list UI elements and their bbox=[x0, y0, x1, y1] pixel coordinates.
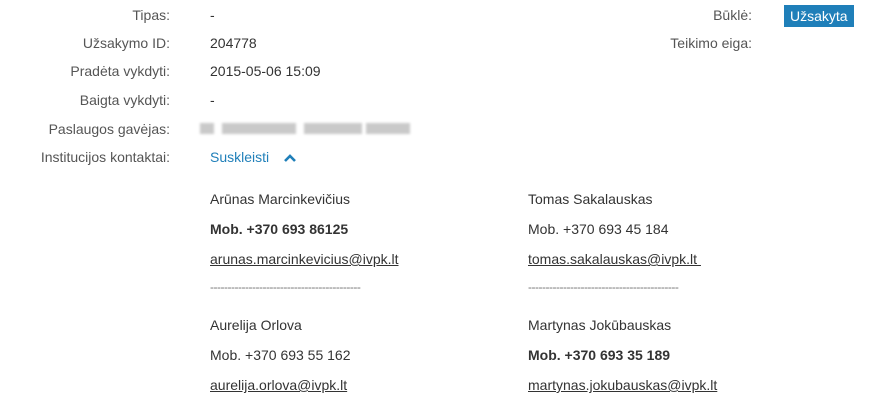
contact-phone: Mob. +370 693 35 189 bbox=[528, 347, 671, 363]
progress-label: Teikimo eiga: bbox=[670, 35, 752, 51]
recipient-label: Paslaugos gavėjas: bbox=[48, 121, 170, 137]
order-id-label: Užsakymo ID: bbox=[82, 35, 170, 51]
contact-separator: ----------------------------------------… bbox=[210, 282, 361, 292]
recipient-value-redacted bbox=[200, 121, 410, 137]
type-value: - bbox=[210, 7, 215, 23]
type-label: Tipas: bbox=[132, 7, 170, 23]
contact-card: Martynas Jokūbauskas Mob. +370 693 35 18… bbox=[528, 310, 717, 400]
contacts-label: Institucijos kontaktai: bbox=[40, 149, 170, 165]
finished-value: - bbox=[210, 92, 215, 108]
contact-name: Tomas Sakalauskas bbox=[528, 191, 653, 207]
order-id-value: 204778 bbox=[210, 35, 257, 51]
contact-phone: Mob. +370 693 55 162 bbox=[210, 347, 351, 363]
redaction-block bbox=[366, 123, 410, 134]
redaction-block bbox=[222, 123, 296, 134]
contact-name: Arūnas Marcinkevičius bbox=[210, 191, 351, 207]
contact-separator: ----------------------------------------… bbox=[528, 282, 679, 292]
contact-card: Aurelija Orlova Mob. +370 693 55 162 aur… bbox=[210, 310, 351, 400]
contact-phone: Mob. +370 693 45 184 bbox=[528, 221, 669, 237]
status-label: Būklė: bbox=[713, 7, 752, 23]
redaction-block bbox=[304, 123, 362, 134]
finished-label: Baigta vykdyti: bbox=[79, 92, 170, 108]
started-label: Pradėta vykdyti: bbox=[70, 63, 170, 79]
contact-email-link[interactable]: arunas.marcinkevicius@ivpk.lt bbox=[210, 244, 399, 274]
collapse-toggle[interactable]: Suskleisti bbox=[210, 149, 297, 166]
contact-name: Aurelija Orlova bbox=[210, 317, 302, 333]
contact-card: Arūnas Marcinkevičius Mob. +370 693 8612… bbox=[210, 184, 399, 274]
status-badge: Užsakyta bbox=[784, 5, 854, 27]
contact-card: Tomas Sakalauskas Mob. +370 693 45 184 t… bbox=[528, 184, 701, 274]
contact-email-link[interactable]: tomas.sakalauskas@ivpk.lt bbox=[528, 244, 701, 274]
contact-phone: Mob. +370 693 86125 bbox=[210, 221, 349, 237]
started-value: 2015-05-06 15:09 bbox=[210, 63, 321, 79]
collapse-toggle-label: Suskleisti bbox=[210, 149, 270, 165]
chevron-up-icon bbox=[283, 150, 297, 166]
contact-name: Martynas Jokūbauskas bbox=[528, 317, 672, 333]
redaction-block bbox=[200, 123, 214, 134]
